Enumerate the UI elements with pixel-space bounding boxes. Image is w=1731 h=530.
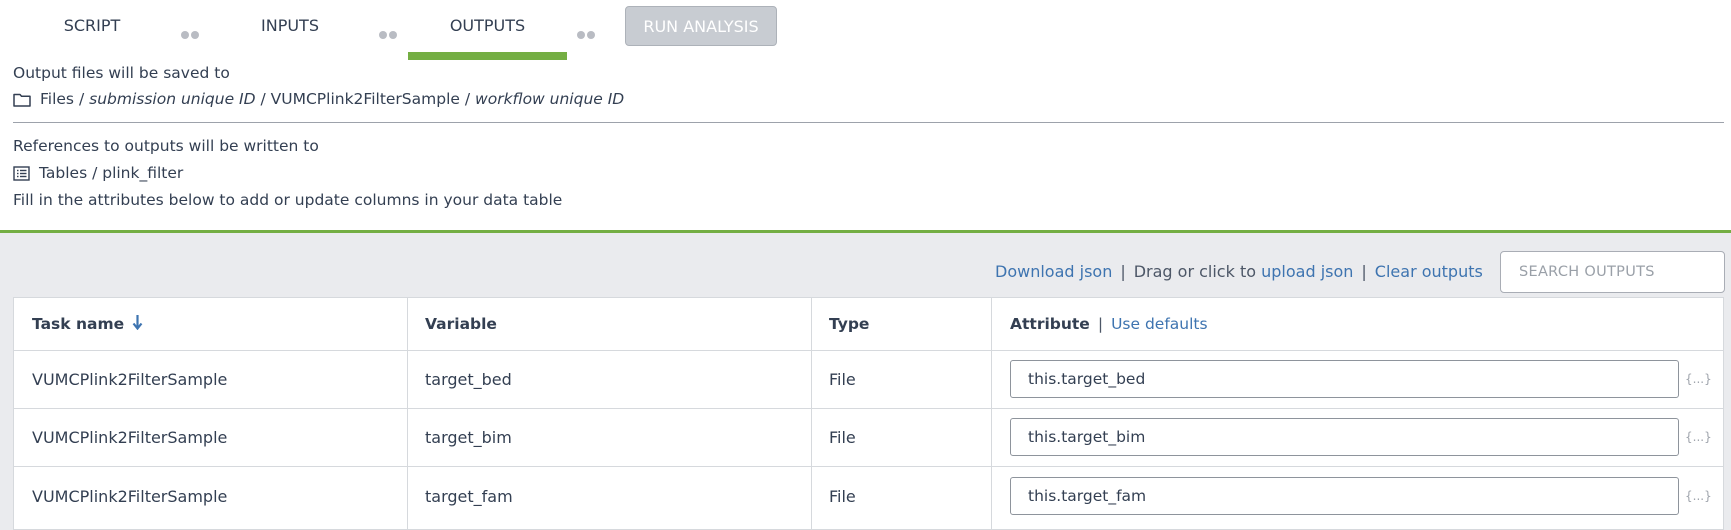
path-separator: / xyxy=(464,90,471,108)
folder-icon xyxy=(13,92,31,111)
expand-editor-icon[interactable]: {...} xyxy=(1685,430,1712,444)
download-json-link[interactable]: Download json xyxy=(995,262,1112,281)
type-cell: File xyxy=(829,428,856,447)
task-name-header[interactable]: Task name xyxy=(32,298,143,350)
search-outputs-input[interactable] xyxy=(1500,251,1725,293)
references-path: Tables / plink_filter xyxy=(13,164,183,185)
toolbar-separator: | xyxy=(1361,262,1367,281)
divider xyxy=(13,122,1724,123)
column-divider xyxy=(991,467,992,529)
attribute-header-label: Attribute xyxy=(1010,315,1090,333)
table-header-row: Task name Variable Type Attribute | Use … xyxy=(14,298,1723,351)
clear-outputs-link[interactable]: Clear outputs xyxy=(1375,262,1483,281)
toolbar-separator: | xyxy=(1120,262,1126,281)
column-divider xyxy=(811,409,812,466)
tab-separator-dots xyxy=(181,24,201,39)
task-name-cell: VUMCPlink2FilterSample xyxy=(32,486,228,506)
task-name-header-label: Task name xyxy=(32,315,125,333)
files-link[interactable]: Files xyxy=(40,90,74,108)
attribute-input[interactable] xyxy=(1010,418,1679,456)
column-divider xyxy=(991,298,992,350)
outputs-toolbar: Download json | Drag or click to upload js… xyxy=(995,262,1483,281)
table-row: VUMCPlink2FilterSample target_fam File {… xyxy=(14,467,1723,529)
header-separator: | xyxy=(1097,315,1104,333)
variable-cell: target_bed xyxy=(425,370,512,389)
variable-cell: target_bim xyxy=(425,428,512,447)
submission-id-placeholder: submission unique ID xyxy=(89,90,256,108)
tab-separator-dots xyxy=(577,24,597,39)
tab-inputs[interactable]: INPUTS xyxy=(240,0,340,52)
variable-header[interactable]: Variable xyxy=(425,298,497,350)
tab-outputs[interactable]: OUTPUTS xyxy=(408,0,567,60)
use-defaults-link[interactable]: Use defaults xyxy=(1111,315,1208,333)
column-divider xyxy=(407,351,408,408)
tab-separator-dots xyxy=(379,24,399,39)
attribute-input[interactable] xyxy=(1010,360,1679,398)
workflow-id-placeholder: workflow unique ID xyxy=(475,90,625,108)
type-cell: File xyxy=(829,486,856,506)
table-row: VUMCPlink2FilterSample target_bim File {… xyxy=(14,409,1723,467)
column-divider xyxy=(811,351,812,408)
column-divider xyxy=(991,351,992,408)
table-row: VUMCPlink2FilterSample target_bed File {… xyxy=(14,351,1723,409)
expand-editor-icon[interactable]: {...} xyxy=(1685,489,1712,503)
column-divider xyxy=(407,298,408,350)
column-divider xyxy=(991,409,992,466)
task-name-cell: VUMCPlink2FilterSample xyxy=(32,428,228,447)
task-name-cell: VUMCPlink2FilterSample xyxy=(32,370,228,389)
column-divider xyxy=(407,467,408,529)
table-icon xyxy=(13,166,30,185)
type-cell: File xyxy=(829,370,856,389)
workflow-name: VUMCPlink2FilterSample xyxy=(270,90,460,108)
sort-arrow-down-icon[interactable] xyxy=(132,314,143,334)
column-divider xyxy=(407,409,408,466)
output-files-heading: Output files will be saved to xyxy=(13,64,230,82)
tab-script[interactable]: SCRIPT xyxy=(40,0,144,52)
outputs-table: Task name Variable Type Attribute | Use … xyxy=(13,297,1724,530)
attribute-header: Attribute | Use defaults xyxy=(1010,298,1208,350)
drag-text: Drag or click to xyxy=(1133,262,1257,281)
attributes-hint: Fill in the attributes below to add or u… xyxy=(13,191,563,209)
expand-editor-icon[interactable]: {...} xyxy=(1685,372,1712,386)
workflow-tab-bar: SCRIPT INPUTS OUTPUTS RUN ANALYSIS xyxy=(0,0,1731,60)
type-header[interactable]: Type xyxy=(829,298,869,350)
column-divider xyxy=(811,298,812,350)
references-heading: References to outputs will be written to xyxy=(13,137,319,155)
path-separator: / xyxy=(78,90,85,108)
variable-cell: target_fam xyxy=(425,486,513,506)
path-separator: / xyxy=(260,90,266,108)
attribute-input[interactable] xyxy=(1010,477,1679,515)
upload-json-link[interactable]: upload json xyxy=(1261,262,1353,281)
output-files-path: Files / submission unique ID / VUMCPlink… xyxy=(13,90,624,111)
run-analysis-button[interactable]: RUN ANALYSIS xyxy=(625,6,777,46)
column-divider xyxy=(811,467,812,529)
tables-link[interactable]: Tables / plink_filter xyxy=(39,164,183,182)
